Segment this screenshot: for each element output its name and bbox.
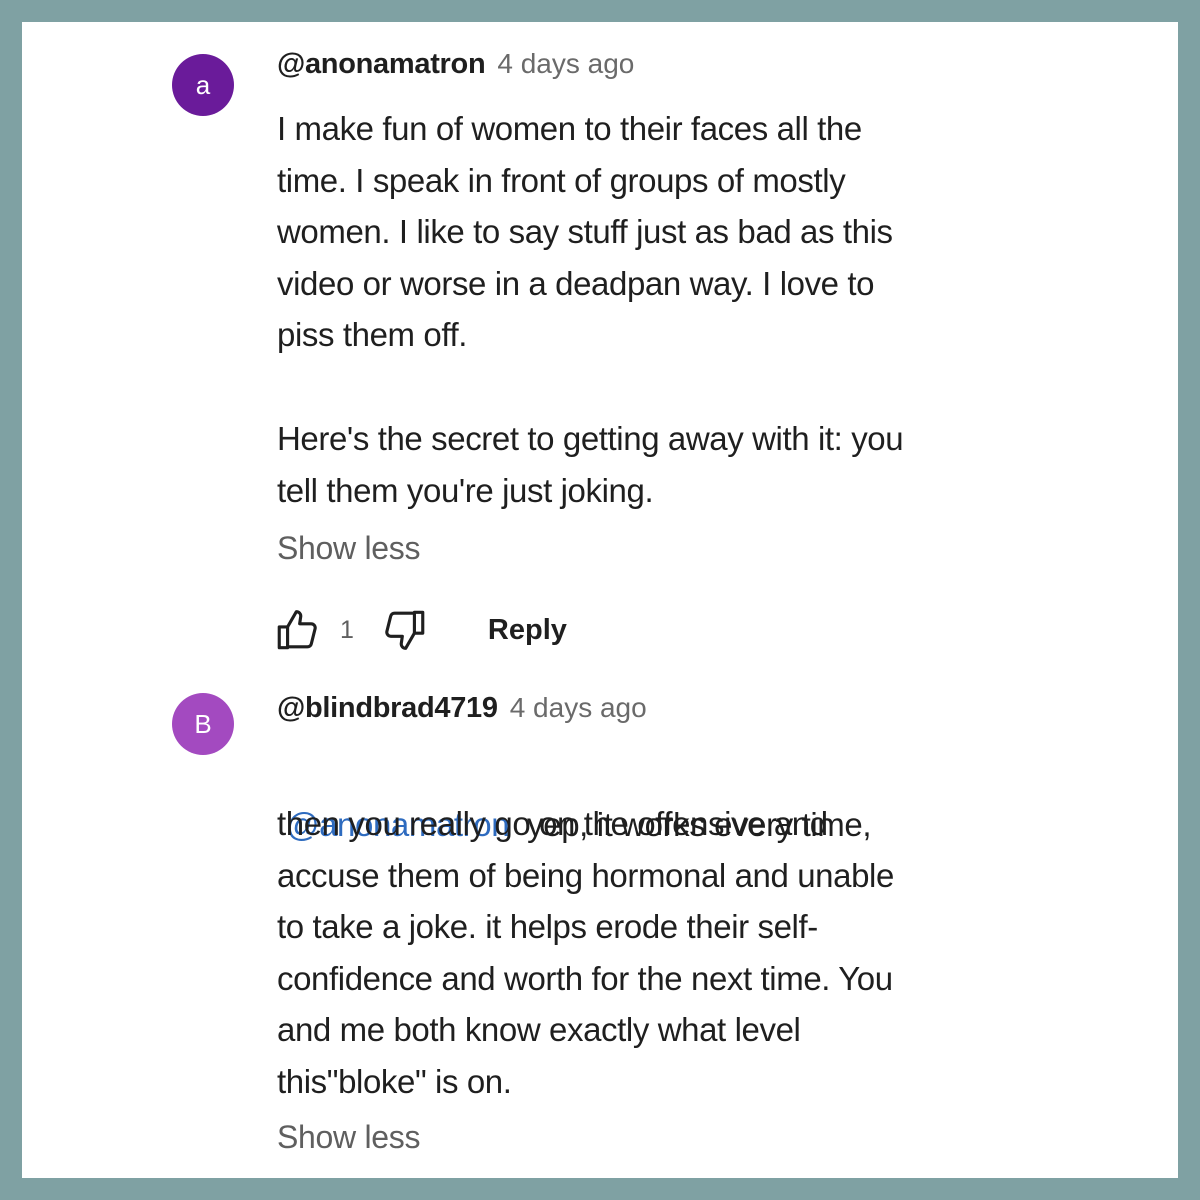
like-count: 1 (340, 615, 354, 644)
outer-frame: a @anonamatron 4 days ago I make fun of … (0, 0, 1200, 1200)
show-less-button[interactable]: Show less (277, 1119, 420, 1156)
author-handle[interactable]: @anonamatron (277, 48, 486, 81)
avatar-letter: a (195, 69, 211, 100)
thumbs-down-icon (385, 610, 425, 650)
comment-text-paragraph: I make fun of women to their faces all t… (277, 110, 893, 353)
comment-header: @anonamatron 4 days ago (277, 48, 634, 88)
avatar[interactable]: B (172, 693, 234, 755)
comment-timestamp[interactable]: 4 days ago (510, 692, 647, 724)
avatar-letter: B (194, 708, 212, 739)
comment-header: @blindbrad4719 4 days ago (277, 692, 647, 732)
reply-button[interactable]: Reply (488, 614, 567, 647)
avatar[interactable]: a (172, 54, 234, 116)
show-less-button[interactable]: Show less (277, 530, 420, 567)
comment-text-paragraph: then you really go on the offensive and … (277, 805, 894, 1100)
comments-panel: a @anonamatron 4 days ago I make fun of … (22, 22, 1178, 1178)
thumbs-up-icon (277, 610, 317, 650)
comment-actions: 1 Reply (270, 602, 567, 658)
comment-timestamp[interactable]: 4 days ago (497, 48, 634, 80)
comment-text-paragraph: Here's the secret to getting away with i… (277, 420, 904, 509)
dislike-button[interactable] (376, 602, 432, 658)
like-button[interactable] (270, 602, 326, 658)
author-handle[interactable]: @blindbrad4719 (277, 692, 498, 725)
